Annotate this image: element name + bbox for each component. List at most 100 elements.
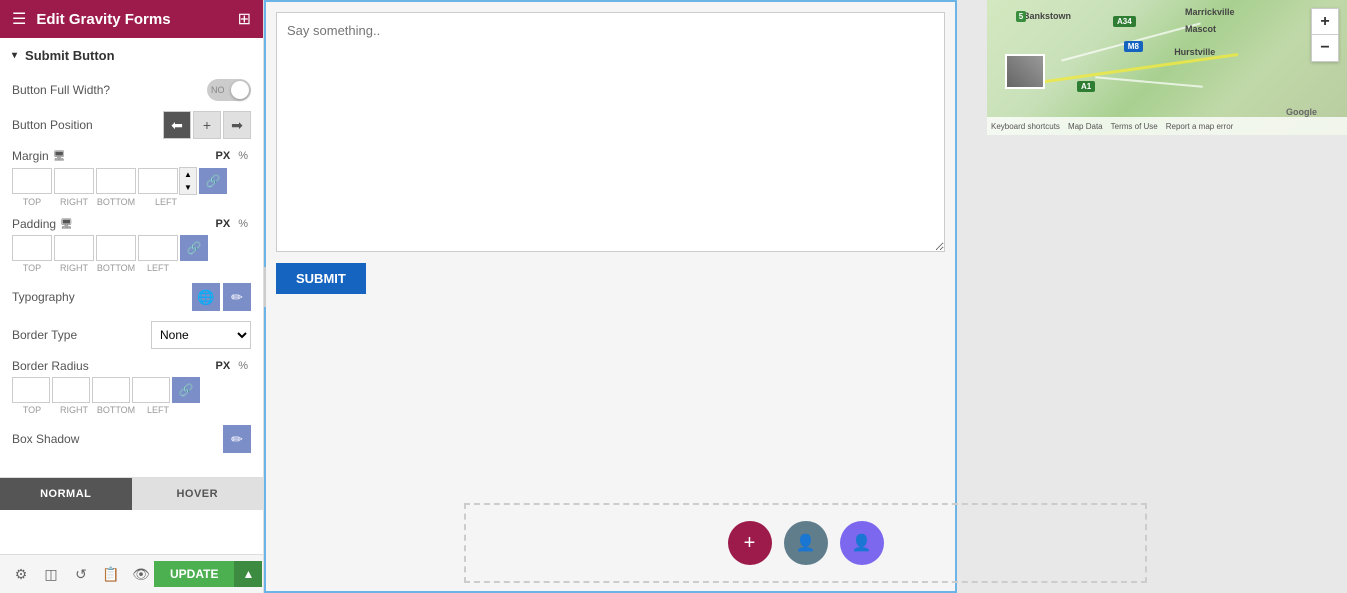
- keyboard-shortcuts-link[interactable]: Keyboard shortcuts: [991, 122, 1060, 131]
- add-section-btn[interactable]: +: [728, 521, 772, 565]
- map-label-marrickville: Marrickville: [1185, 7, 1235, 17]
- padding-left-input[interactable]: [138, 235, 178, 261]
- sidebar-content: ▾ Submit Button Button Full Width? NO Bu…: [0, 38, 263, 554]
- border-type-select[interactable]: None Solid Dashed Dotted: [151, 321, 251, 349]
- margin-spinner-up[interactable]: ▲: [180, 168, 196, 181]
- border-radius-px-btn[interactable]: PX: [213, 359, 234, 373]
- gear-icon[interactable]: ⚙: [8, 561, 34, 587]
- map-badge-a34: A34: [1113, 16, 1136, 27]
- map-label-mascot: Mascot: [1185, 24, 1216, 34]
- border-radius-section: Border Radius PX % 🔗 TOP RIGHT BO: [12, 359, 251, 415]
- border-type-row: Border Type None Solid Dashed Dotted: [12, 321, 251, 349]
- margin-left-input[interactable]: [138, 168, 178, 194]
- main-content: ❮ SUBMIT Bankstown Marrickville Mascot H…: [264, 0, 1347, 593]
- padding-labels: TOP RIGHT BOTTOM LEFT: [12, 263, 251, 273]
- toggle-knob: [231, 81, 249, 99]
- map-google-watermark: Google: [1286, 107, 1317, 117]
- update-button[interactable]: UPDATE: [154, 561, 234, 587]
- terms-link[interactable]: Terms of Use: [1111, 122, 1158, 131]
- typography-globe-btn[interactable]: 🌐: [192, 283, 220, 311]
- padding-percent-btn[interactable]: %: [235, 217, 251, 231]
- update-dropdown-btn[interactable]: ▲: [234, 561, 262, 587]
- margin-header: Margin 🖥 PX %: [12, 149, 251, 163]
- map-zoom-controls: + −: [1311, 8, 1339, 62]
- padding-px-btn[interactable]: PX: [213, 217, 234, 231]
- margin-spinner-down[interactable]: ▼: [180, 181, 196, 194]
- typography-label: Typography: [12, 290, 75, 304]
- toolbar-icons: ⚙ ◫ ↺ 📋 👁: [8, 561, 154, 587]
- hamburger-icon[interactable]: ☰: [12, 9, 26, 29]
- collapse-handle[interactable]: ❮: [264, 267, 266, 307]
- margin-px-btn[interactable]: PX: [213, 149, 234, 163]
- map-data-link[interactable]: Map Data: [1068, 122, 1103, 131]
- position-right-btn[interactable]: ➡: [223, 111, 251, 139]
- state-tabs: NORMAL HOVER: [0, 477, 263, 510]
- padding-monitor-icon: 🖥: [60, 219, 73, 230]
- margin-top-label: TOP: [12, 197, 52, 207]
- padding-unit-buttons: PX %: [213, 217, 251, 231]
- padding-top-input[interactable]: [12, 235, 52, 261]
- border-radius-link-btn[interactable]: 🔗: [172, 377, 200, 403]
- report-link[interactable]: Report a map error: [1166, 122, 1234, 131]
- section-label: Submit Button: [25, 48, 115, 63]
- margin-link-btn[interactable]: 🔗: [199, 168, 227, 194]
- padding-top-label: TOP: [12, 263, 52, 273]
- border-radius-left-input[interactable]: [132, 377, 170, 403]
- map-badge-a1: A1: [1077, 81, 1095, 92]
- padding-bottom-input[interactable]: [96, 235, 136, 261]
- empty-section: + 👤 👤: [464, 503, 1147, 583]
- notes-icon[interactable]: 📋: [98, 561, 124, 587]
- box-shadow-pencil-btn[interactable]: ✏: [223, 425, 251, 453]
- padding-label: Padding 🖥: [12, 217, 73, 231]
- border-radius-top-input[interactable]: [12, 377, 50, 403]
- border-radius-top-label: TOP: [12, 405, 52, 415]
- margin-unit-buttons: PX %: [213, 149, 251, 163]
- margin-left-with-spinner: ▲ ▼: [138, 167, 197, 195]
- submit-button[interactable]: SUBMIT: [276, 263, 366, 294]
- map-road-3: [1095, 76, 1203, 87]
- map-zoom-out-btn[interactable]: −: [1312, 35, 1338, 61]
- position-buttons: ⬅ + ➡: [163, 111, 251, 139]
- toggle-label: NO: [211, 85, 225, 95]
- tab-hover[interactable]: HOVER: [132, 478, 264, 510]
- map-badge-5: 5: [1016, 11, 1026, 22]
- map-zoom-in-btn[interactable]: +: [1312, 9, 1338, 35]
- button-full-width-label: Button Full Width?: [12, 83, 110, 97]
- margin-bottom-input[interactable]: [96, 168, 136, 194]
- border-radius-bottom-input[interactable]: [92, 377, 130, 403]
- border-radius-percent-btn[interactable]: %: [235, 359, 251, 373]
- form-textarea[interactable]: [276, 12, 945, 252]
- margin-percent-btn[interactable]: %: [235, 149, 251, 163]
- margin-top-input[interactable]: [12, 168, 52, 194]
- position-center-btn[interactable]: +: [193, 111, 221, 139]
- submit-button-section-header[interactable]: ▾ Submit Button: [0, 38, 263, 73]
- margin-labels: TOP RIGHT BOTTOM LEFT: [12, 197, 251, 207]
- button-full-width-toggle[interactable]: NO: [207, 79, 251, 101]
- map-widget: Bankstown Marrickville Mascot Hurstville…: [987, 0, 1347, 135]
- padding-right-input[interactable]: [54, 235, 94, 261]
- toggle-switch[interactable]: NO: [207, 79, 251, 101]
- border-type-label: Border Type: [12, 328, 77, 342]
- add-widget-btn[interactable]: 👤: [784, 521, 828, 565]
- grid-icon[interactable]: ⊞: [238, 9, 251, 29]
- button-full-width-row: Button Full Width? NO: [12, 79, 251, 101]
- layers-icon[interactable]: ◫: [38, 561, 64, 587]
- eye-icon[interactable]: 👁: [128, 561, 154, 587]
- position-left-btn[interactable]: ⬅: [163, 111, 191, 139]
- empty-section-area: + 👤 👤: [264, 503, 1347, 583]
- add-template-btn[interactable]: 👤: [840, 521, 884, 565]
- history-icon[interactable]: ↺: [68, 561, 94, 587]
- border-radius-unit-buttons: PX %: [213, 359, 251, 373]
- section-body: Button Full Width? NO Button Position ⬅ …: [0, 73, 263, 473]
- map-attribution: Keyboard shortcuts Map Data Terms of Use…: [987, 117, 1347, 135]
- border-radius-label: Border Radius: [12, 359, 89, 373]
- typography-pencil-btn[interactable]: ✏: [223, 283, 251, 311]
- margin-right-input[interactable]: [54, 168, 94, 194]
- update-group: UPDATE ▲: [154, 561, 262, 587]
- border-radius-left-label: LEFT: [138, 405, 178, 415]
- tab-normal[interactable]: NORMAL: [0, 478, 132, 510]
- border-radius-right-input[interactable]: [52, 377, 90, 403]
- section-arrow: ▾: [12, 50, 17, 61]
- padding-link-btn[interactable]: 🔗: [180, 235, 208, 261]
- sidebar-header: ☰ Edit Gravity Forms ⊞: [0, 0, 263, 38]
